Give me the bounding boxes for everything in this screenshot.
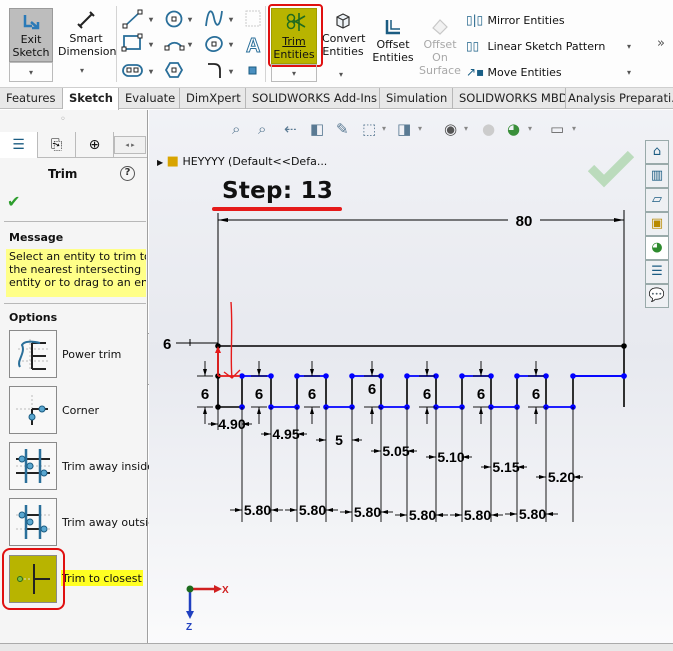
dim-tooth-width[interactable]: 5.80	[354, 504, 381, 520]
dim-gap[interactable]: 5.15	[492, 459, 519, 475]
dimension-arrow	[345, 510, 352, 514]
dimension-arrow	[319, 438, 326, 442]
sketch-dimensions: 6 6 6 6 6 6 64.904.95 55.05 5.105.155.205.80 5.80…	[197, 361, 583, 523]
dimension-arrow	[546, 512, 553, 516]
dim-top-offset[interactable]: 6	[163, 336, 171, 353]
dim-tooth-height[interactable]: 6	[423, 386, 431, 403]
dim-gap[interactable]: 5.20	[548, 469, 575, 485]
dimension-arrow	[310, 407, 314, 414]
dimension-arrow	[370, 407, 374, 414]
dimension-arrow	[425, 407, 429, 414]
dimension-arrow	[479, 369, 483, 376]
red-arrow-annotation	[223, 301, 241, 379]
dimension-arrow	[264, 432, 271, 436]
sketch-point[interactable]	[268, 373, 274, 379]
dimension-arrow	[400, 513, 407, 517]
sketch-point[interactable]	[239, 373, 245, 379]
sketch-point[interactable]	[621, 373, 627, 379]
dimension-arrow	[290, 508, 297, 512]
dimension-arrow	[436, 513, 443, 517]
dimension-arrow	[510, 512, 517, 516]
sketch-point[interactable]	[514, 373, 520, 379]
dim-overall-width[interactable]: 80	[516, 213, 533, 230]
dimension-arrow	[352, 438, 359, 442]
dimension-arrow	[203, 407, 207, 414]
sketch-geometry	[215, 343, 627, 410]
dim-tooth-width[interactable]: 5.80	[464, 507, 491, 523]
dimension-arrow	[257, 407, 261, 414]
x-axis-label: X	[222, 585, 229, 596]
dimension-arrow	[381, 510, 388, 514]
dimension-arrow	[429, 455, 436, 459]
dim-tooth-height[interactable]: 6	[532, 386, 540, 403]
dim-tooth-height[interactable]: 6	[201, 386, 209, 403]
dimension-arrow	[310, 369, 314, 376]
dimension-arrow	[425, 369, 429, 376]
dim-tooth-width[interactable]: 5.80	[519, 506, 546, 522]
dim-tooth-width[interactable]: 5.80	[409, 507, 436, 523]
dim-gap[interactable]: 5.10	[437, 449, 464, 465]
dim-tooth-width[interactable]: 5.80	[299, 502, 326, 518]
dimension-arrow	[491, 513, 498, 517]
dimension-arrow	[326, 508, 333, 512]
dim-gap[interactable]: 5.05	[382, 443, 409, 459]
dimension-arrow	[211, 422, 218, 426]
sketch-point[interactable]	[349, 373, 355, 379]
sketch-point[interactable]	[404, 373, 410, 379]
sketch-point[interactable]	[543, 373, 549, 379]
sketch-point[interactable]	[488, 373, 494, 379]
sketch-point[interactable]	[323, 373, 329, 379]
dim-tooth-height[interactable]: 6	[368, 381, 376, 398]
dimension-arrow	[534, 407, 538, 414]
z-axis-label: Z	[186, 622, 192, 633]
dim-tooth-height[interactable]: 6	[477, 386, 485, 403]
dimension-arrow	[534, 369, 538, 376]
sketch-point[interactable]	[294, 373, 300, 379]
dimension-arrow	[257, 369, 261, 376]
dimension-arrow	[271, 508, 278, 512]
dimension-arrow	[235, 508, 242, 512]
sketch-point[interactable]	[570, 373, 576, 379]
dimension-arrow	[479, 407, 483, 414]
dim-tooth-height[interactable]: 6	[255, 386, 263, 403]
sketch-canvas: 6 6 6 6 6 6 64.904.95 55.05 5.105.155.205.80 5.80…	[163, 210, 627, 633]
dim-tooth-width[interactable]: 5.80	[244, 502, 271, 518]
dimension-arrow	[374, 449, 381, 453]
coordinate-triad: X Z	[186, 585, 229, 633]
dimension-arrow	[455, 513, 462, 517]
dimension-arrow	[484, 465, 491, 469]
dimension-arrow	[203, 369, 207, 376]
dim-gap[interactable]: 5	[335, 432, 343, 448]
sketch-point[interactable]	[459, 373, 465, 379]
dimension-arrow	[539, 475, 546, 479]
dim-gap[interactable]: 4.95	[272, 426, 299, 442]
bottom-model-tabs[interactable]	[0, 643, 673, 651]
dimension-arrow	[370, 369, 374, 376]
dim-tooth-height[interactable]: 6	[308, 386, 316, 403]
